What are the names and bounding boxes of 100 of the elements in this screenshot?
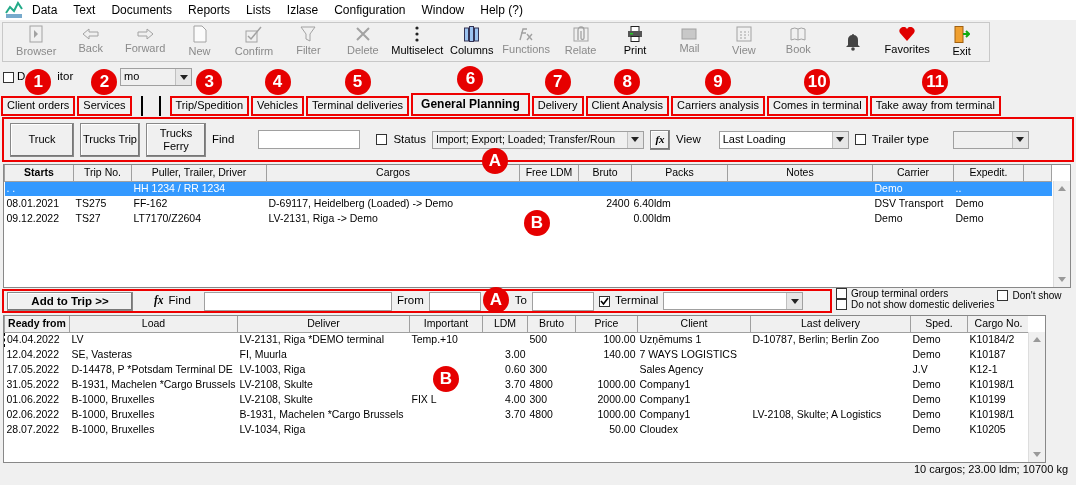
tab[interactable]: Services xyxy=(77,96,132,116)
column-header[interactable]: Notes xyxy=(727,165,873,181)
logo-icon xyxy=(4,1,24,19)
trucks-ferry-button[interactable]: Trucks Ferry xyxy=(146,122,206,157)
status-label: Status xyxy=(393,132,426,147)
callout-marker: B xyxy=(524,210,550,236)
dropdown-button[interactable] xyxy=(627,131,643,148)
menu-item[interactable]: Reports xyxy=(180,2,239,18)
table-cell-text: 17.05.2022 xyxy=(5,362,61,377)
table-cell-text: K12-1 xyxy=(968,362,999,377)
column-header[interactable]: Important xyxy=(409,316,483,332)
column-header[interactable]: Sped. xyxy=(910,316,968,332)
function-button[interactable]: fx xyxy=(154,294,164,308)
table-cell-text: 300 xyxy=(528,392,549,407)
menu-item[interactable]: Help (?) xyxy=(472,2,531,18)
function-button[interactable]: fx xyxy=(650,129,670,150)
column-header[interactable]: Expedit. xyxy=(953,165,1024,181)
column-header[interactable]: Bruto xyxy=(527,316,576,332)
table-cell-text: 300 xyxy=(528,362,549,377)
to-date-field[interactable] xyxy=(531,291,594,311)
tab[interactable]: Comes in terminal xyxy=(767,96,868,116)
menu-item[interactable]: Text xyxy=(65,2,104,18)
heart-icon xyxy=(899,27,916,42)
column-header[interactable]: Bruto xyxy=(578,165,632,181)
toolbar-button[interactable]: Multiselect xyxy=(390,26,445,58)
find-field[interactable] xyxy=(258,130,361,149)
column-header[interactable]: Deliver xyxy=(237,316,410,332)
table-cell-text: 50.00 xyxy=(608,422,637,437)
dropdown-button[interactable] xyxy=(175,69,191,85)
table-cell: TS275 xyxy=(73,196,132,211)
column-header[interactable]: Load xyxy=(69,316,238,332)
checkbox[interactable] xyxy=(598,295,610,307)
tab[interactable]: Client orders xyxy=(1,96,76,116)
column-header[interactable]: Cargo No. xyxy=(967,316,1028,332)
toolbar-button[interactable]: Columns xyxy=(444,26,499,58)
to-label: To xyxy=(514,294,527,308)
tab[interactable]: Trip/Spedition xyxy=(169,96,249,116)
checkbox[interactable] xyxy=(836,288,847,299)
checkbox[interactable] xyxy=(3,71,14,83)
add-to-trip-button[interactable]: Add to Trip >> xyxy=(7,291,133,311)
column-header[interactable]: Price xyxy=(575,316,638,332)
toolbar-button[interactable]: Favorites xyxy=(880,27,935,57)
menu-item[interactable]: Izlase xyxy=(278,2,327,18)
dropdown-button[interactable] xyxy=(831,131,848,148)
printer-icon xyxy=(627,26,644,43)
menu-item[interactable]: Documents xyxy=(103,2,181,18)
left-arrow-icon xyxy=(81,28,100,41)
column-header[interactable]: Starts xyxy=(4,165,74,181)
find-field[interactable] xyxy=(203,291,392,311)
view-dropdown[interactable]: Last Loading xyxy=(718,130,849,149)
dropdown-button[interactable] xyxy=(1011,131,1028,148)
dropdown-field[interactable]: mo xyxy=(120,68,192,86)
table-cell: FF-162 xyxy=(131,196,267,211)
tab[interactable]: Terminal deliveries xyxy=(306,96,410,116)
column-header[interactable]: Free LDM xyxy=(519,165,579,181)
column-header[interactable]: LDM xyxy=(482,316,528,332)
tab[interactable]: Client Analysis xyxy=(585,96,670,116)
tab[interactable]: Carriers analysis xyxy=(671,96,765,116)
column-header[interactable]: Cargos xyxy=(266,165,520,181)
menu-item[interactable]: Data xyxy=(24,2,66,18)
dropdown-button[interactable] xyxy=(786,293,803,309)
table-cell-text: K10205 xyxy=(968,422,1007,437)
table-cell-text: 31.05.2022 xyxy=(5,377,61,392)
menu-item[interactable]: Lists xyxy=(238,2,279,18)
table-cell-text: 2000.00 xyxy=(596,392,637,407)
table-cell: 6.40ldm xyxy=(631,196,728,211)
table-cell-text: 3.70 xyxy=(504,377,527,392)
table-cell: D-69117, Heidelberg (Loaded) -> Demo xyxy=(266,196,520,211)
menu-item[interactable]: Window xyxy=(413,2,473,18)
tab[interactable]: Vehicles xyxy=(251,96,304,116)
table-cell-text: LV-2131, Riga -> Demo xyxy=(267,211,379,226)
menu-item[interactable]: Configuration xyxy=(326,2,414,18)
column-header[interactable]: Packs xyxy=(631,165,728,181)
column-header[interactable]: Last delivery xyxy=(750,316,911,332)
column-header[interactable]: Ready from xyxy=(4,316,70,332)
table-cell-text: K10198/1 xyxy=(968,407,1016,422)
tab[interactable]: Take away from terminal xyxy=(869,96,1001,116)
column-header[interactable]: Trip No. xyxy=(73,165,132,181)
checkbox[interactable] xyxy=(836,299,847,310)
from-date-field[interactable] xyxy=(428,291,481,311)
table-cell: 100.00 xyxy=(575,332,638,347)
column-header[interactable]: Carrier xyxy=(872,165,954,181)
tab[interactable]: Delivery xyxy=(531,96,584,116)
table-cell-text: LV-2108, Skulte xyxy=(238,377,314,392)
toolbar-button[interactable]: Print xyxy=(607,26,663,58)
toolbar-button[interactable]: Exit xyxy=(934,25,989,59)
status-dropdown[interactable]: Import; Export; Loaded; Transfer/Roun xyxy=(432,130,644,149)
table-cell-text: B-1000, Bruxelles xyxy=(70,392,156,407)
callout-marker: 8 xyxy=(614,69,641,95)
trucks-trip-button[interactable]: Trucks Trip xyxy=(80,122,140,157)
table-cell-text: Sales Agency xyxy=(638,362,705,377)
checkbox[interactable] xyxy=(854,134,866,145)
checkbox[interactable] xyxy=(997,290,1009,301)
table-cell: LV-2131, Riga *DEMO terminal xyxy=(237,332,410,347)
tab[interactable]: General Planning xyxy=(411,93,530,116)
truck-button[interactable]: Truck xyxy=(10,122,74,157)
checkbox[interactable] xyxy=(376,134,388,145)
column-header[interactable]: Puller, Trailer, Driver xyxy=(131,165,267,181)
column-header[interactable]: Client xyxy=(637,316,751,332)
table-cell-text: 02.06.2022 xyxy=(5,407,61,422)
